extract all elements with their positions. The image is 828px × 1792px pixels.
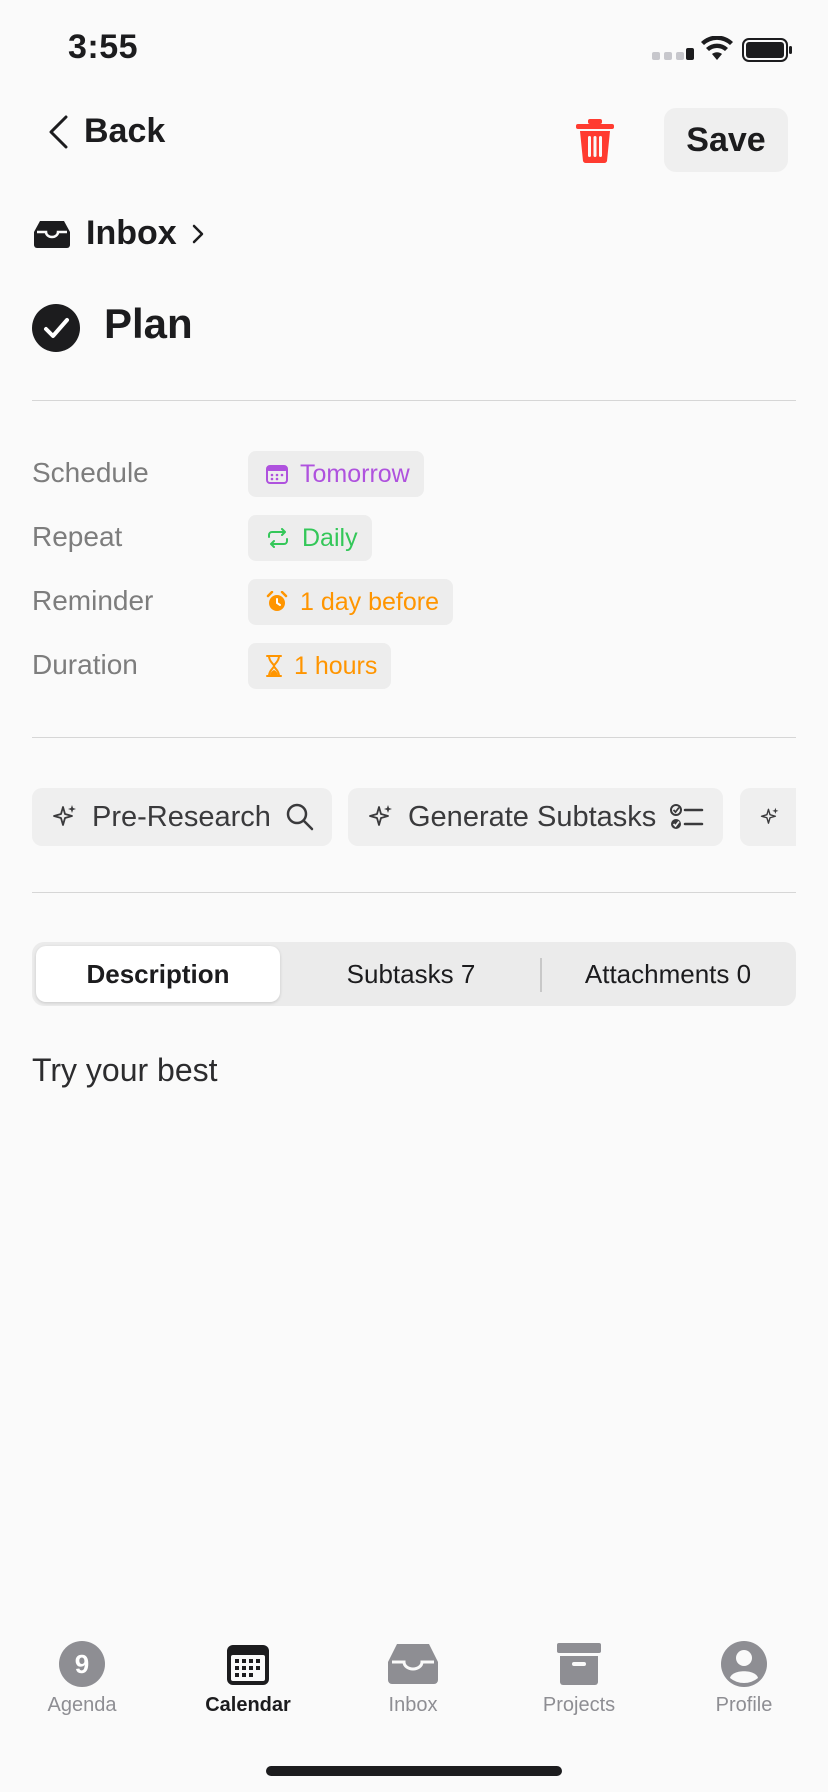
tab-bar-profile[interactable]: Profile [679, 1640, 809, 1717]
tab-bar-projects[interactable]: Projects [514, 1640, 644, 1717]
hourglass-icon [266, 655, 282, 677]
inbox-tray-icon [34, 220, 70, 248]
pre-research-label: Pre-Research [92, 800, 271, 833]
repeat-icon [268, 528, 288, 548]
divider [32, 737, 796, 738]
generate-subtasks-button[interactable]: Generate Subtasks [348, 788, 723, 846]
task-complete-checkbox[interactable] [32, 304, 80, 352]
reminder-value: 1 day before [300, 587, 439, 616]
search-icon [286, 803, 314, 831]
agenda-badge-count: 9 [75, 1649, 89, 1679]
reminder-chip[interactable]: 1 day before [248, 579, 453, 625]
schedule-value: Tomorrow [300, 459, 410, 488]
repeat-value: Daily [302, 523, 358, 552]
breadcrumb[interactable]: Inbox [32, 214, 205, 253]
duration-chip[interactable]: 1 hours [248, 643, 392, 689]
sparkle-icon [369, 805, 392, 826]
chevron-left-icon [49, 115, 68, 148]
repeat-chip[interactable]: Daily [248, 515, 372, 561]
tab-subtasks[interactable]: Subtasks 7 [286, 946, 536, 1002]
schedule-label: Schedule [32, 457, 149, 488]
divider [32, 892, 796, 893]
task-title[interactable]: Plan [104, 300, 193, 348]
repeat-label: Repeat [32, 521, 123, 552]
back-label: Back [84, 112, 166, 150]
checkmark-icon [44, 318, 69, 338]
tab-description[interactable]: Description [36, 946, 280, 1002]
trash-icon[interactable] [574, 118, 616, 164]
reminder-label: Reminder [32, 585, 154, 616]
status-time: 3:55 [68, 28, 139, 66]
tab-bar-calendar[interactable]: Calendar [183, 1640, 313, 1717]
tab-bar-profile-label: Profile [715, 1694, 773, 1716]
home-indicator [266, 1766, 562, 1776]
generate-subtasks-label: Generate Subtasks [408, 800, 657, 833]
tab-bar-agenda-label: Agenda [47, 1694, 117, 1716]
tab-bar-inbox-label: Inbox [388, 1694, 438, 1716]
agenda-badge-icon: 9 [59, 1641, 105, 1687]
breadcrumb-label: Inbox [86, 214, 177, 252]
detail-tabs: Description Subtasks 7 Attachments 0 [32, 942, 796, 1006]
duration-label: Duration [32, 649, 138, 680]
chevron-right-icon [192, 224, 203, 243]
more-ai-action-button[interactable] [740, 788, 796, 846]
sparkle-icon [53, 805, 76, 826]
tab-bar-inbox[interactable]: Inbox [348, 1640, 478, 1717]
description-text[interactable]: Try your best [32, 1052, 218, 1089]
schedule-chip[interactable]: Tomorrow [248, 451, 424, 497]
duration-value: 1 hours [294, 651, 378, 680]
wifi-icon [701, 36, 733, 60]
battery-icon [742, 38, 792, 62]
profile-icon [721, 1641, 767, 1687]
pre-research-button[interactable]: Pre-Research [32, 788, 332, 846]
tab-bar-projects-label: Projects [542, 1694, 616, 1716]
alarm-clock-icon [266, 591, 288, 611]
divider [32, 400, 796, 401]
tab-bar-calendar-label: Calendar [205, 1694, 291, 1716]
save-button[interactable]: Save [664, 108, 788, 172]
segment-separator [540, 958, 542, 992]
tab-attachments[interactable]: Attachments 0 [544, 946, 792, 1002]
sparkle-icon [760, 807, 779, 824]
checklist-icon [670, 804, 704, 829]
tab-bar-agenda[interactable]: 9 Agenda [17, 1640, 147, 1717]
archive-box-icon [557, 1643, 601, 1685]
back-button[interactable]: Back [46, 112, 165, 151]
calendar-icon [227, 1645, 269, 1685]
calendar-icon [266, 465, 288, 484]
inbox-tray-icon [388, 1644, 438, 1684]
